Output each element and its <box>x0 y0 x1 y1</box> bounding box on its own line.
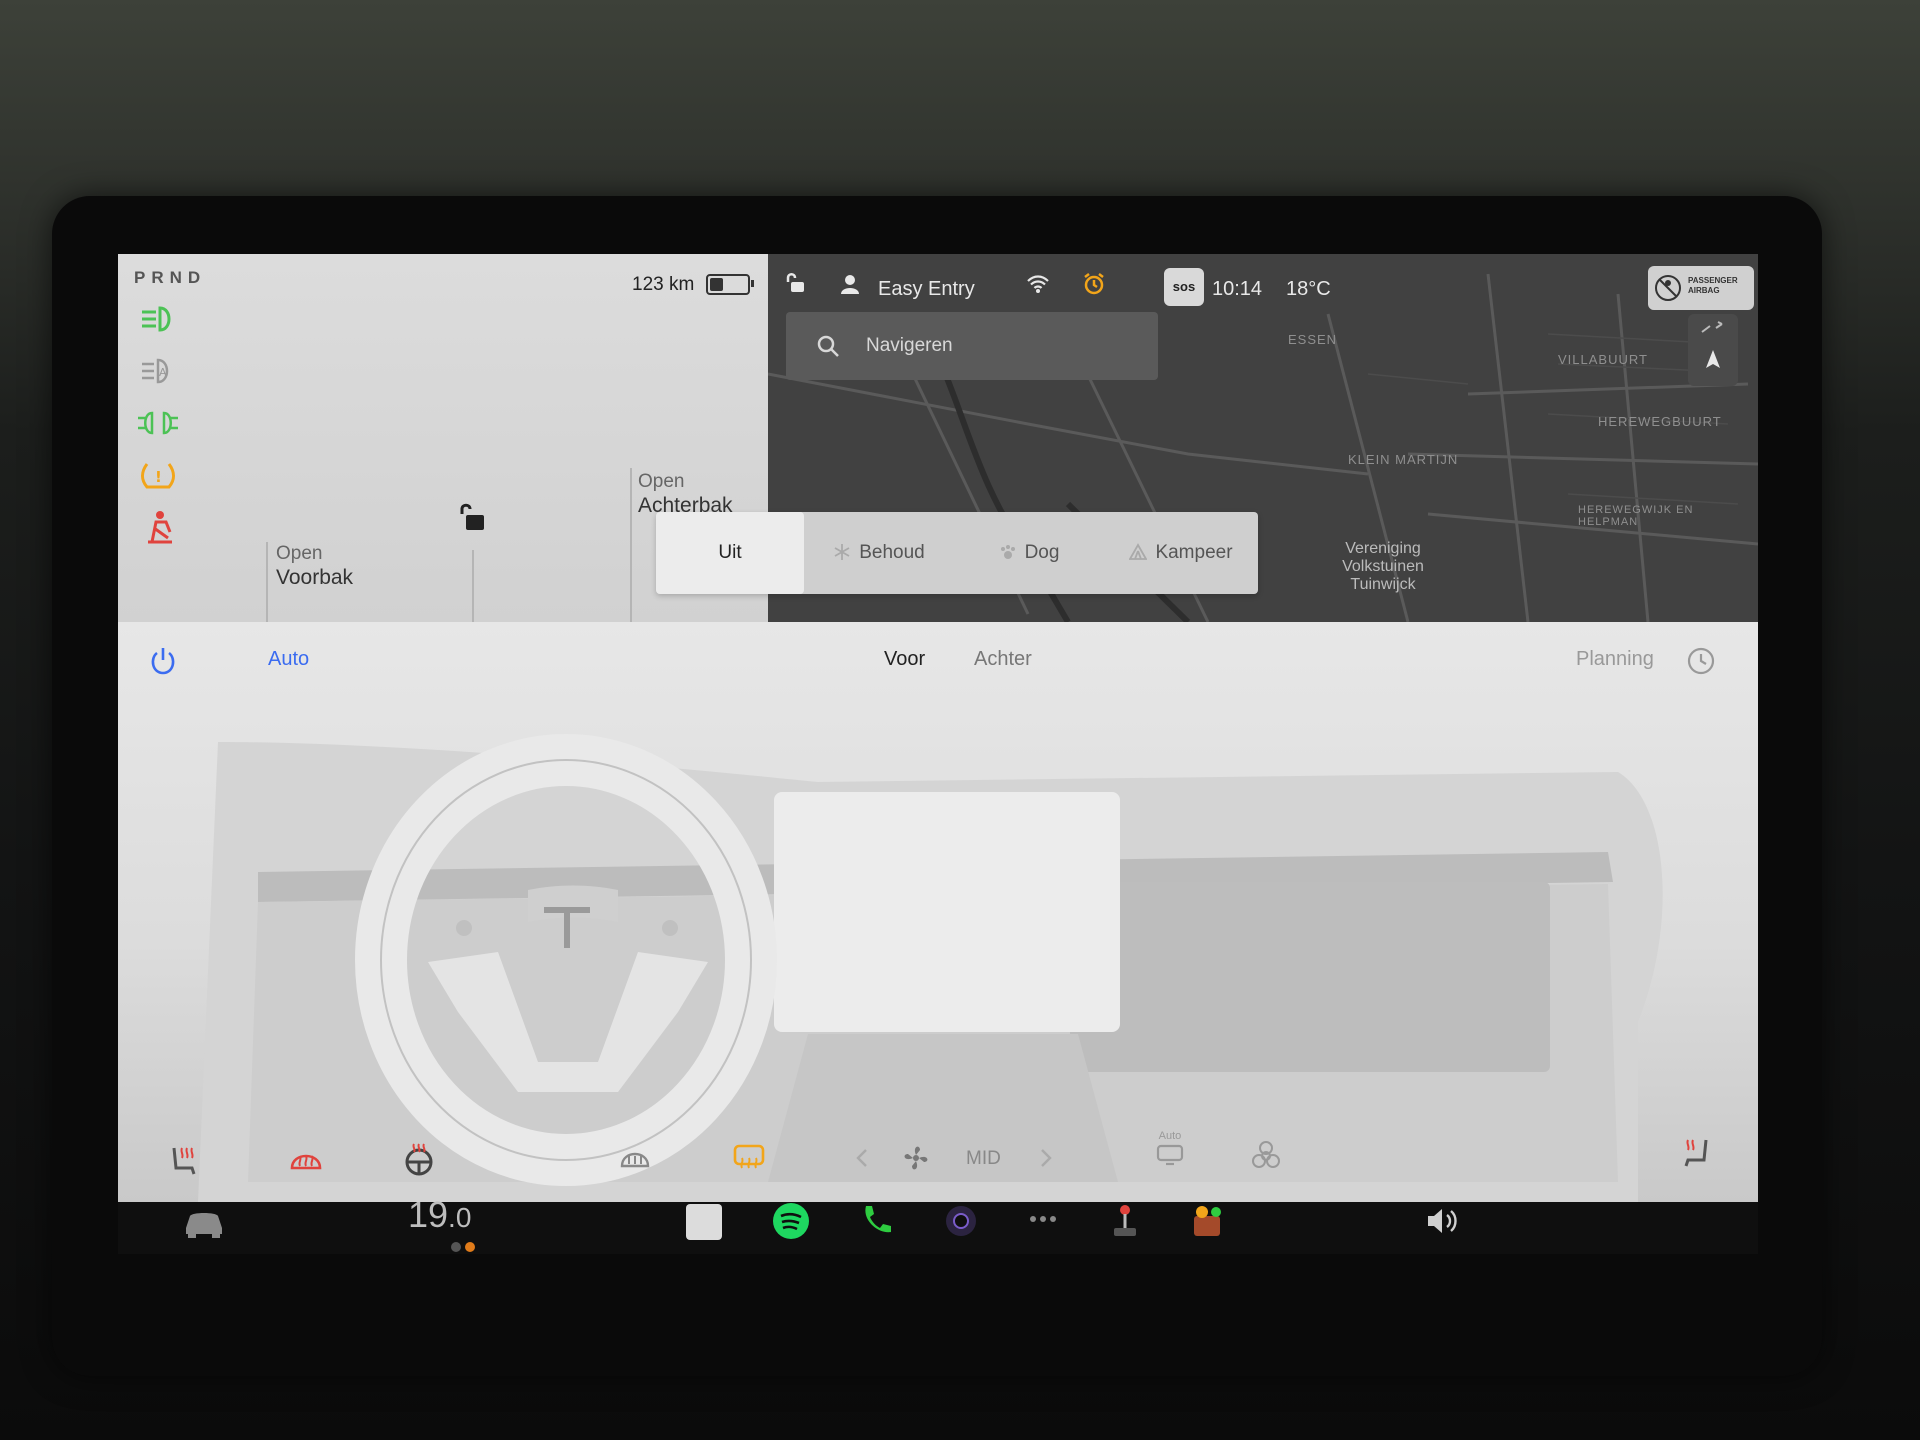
mode-keep-label: Behoud <box>859 542 925 563</box>
mode-dog-label: Dog <box>1024 542 1060 563</box>
fan-increase-button[interactable] <box>1038 1146 1054 1175</box>
passenger-seat-heater-icon[interactable] <box>1678 1134 1714 1175</box>
map-label-herewegwijk: HEREWEGWIJK EN HELPMAN <box>1578 504 1694 528</box>
cabin-temp-decimal: .0 <box>448 1202 472 1233</box>
climate-keeper-selector: Uit Behoud Dog Kampeer <box>656 512 1258 594</box>
frunk-divider <box>266 542 268 622</box>
more-apps-icon[interactable] <box>1028 1212 1058 1230</box>
spotify-icon[interactable] <box>772 1202 810 1245</box>
touchscreen: PRND 123 km A ! Open Voorbak Open Achter… <box>118 254 1758 1254</box>
mode-camp-label: Kampeer <box>1155 542 1233 563</box>
gear-selector: PRND <box>134 268 207 287</box>
tab-rear[interactable]: Achter <box>974 648 1032 671</box>
auto-high-beam-icon: A <box>138 354 178 388</box>
planning-button[interactable]: Planning <box>1576 648 1654 671</box>
car-outline-line <box>472 550 474 622</box>
recirculation-auto-label: Auto <box>1158 1130 1182 1142</box>
fan-decrease-button[interactable] <box>854 1146 870 1175</box>
map-label-villabuurt: VILLABUURT <box>1558 352 1648 367</box>
climate-panel: Auto Voor Achter Planning MID Auto <box>118 622 1758 1202</box>
mode-off-label: Uit <box>718 542 742 563</box>
airbag-label: PASSENGER AIRBAG <box>1688 276 1738 295</box>
mode-camp[interactable]: Kampeer <box>1104 512 1258 594</box>
sos-button[interactable]: sos <box>1164 268 1204 306</box>
phone-icon[interactable] <box>858 1202 894 1243</box>
map-compass-button[interactable] <box>1688 314 1738 386</box>
tire-pressure-warning-icon: ! <box>138 458 178 492</box>
frunk-state: Open <box>276 543 323 564</box>
open-trunk-button[interactable]: Open Achterbak <box>638 470 733 518</box>
seat-heater-indicator-icon <box>448 1240 484 1254</box>
steering-wheel-heater-icon[interactable] <box>402 1142 436 1181</box>
alarm-clock-icon[interactable] <box>1082 272 1106 301</box>
browser-app-icon[interactable] <box>686 1204 722 1240</box>
range-readout: 123 km <box>632 274 695 295</box>
snowflake-icon <box>834 544 850 560</box>
search-icon <box>817 335 839 357</box>
svg-text:!: ! <box>155 468 162 486</box>
seatbelt-warning-icon <box>138 510 178 544</box>
mode-keep[interactable]: Behoud <box>804 512 954 594</box>
passenger-airbag-indicator: PASSENGER AIRBAG <box>1648 266 1754 310</box>
driver-profile-name[interactable]: Easy Entry <box>878 278 975 301</box>
climate-power-button[interactable] <box>148 646 178 681</box>
fan-icon <box>900 1142 932 1179</box>
paw-icon <box>1000 545 1015 559</box>
map-label-essen: ESSEN <box>1288 332 1338 347</box>
clock: 10:14 <box>1212 278 1263 300</box>
car-icon[interactable] <box>180 1204 228 1245</box>
tab-front[interactable]: Voor <box>884 648 925 671</box>
rear-defrost-icon[interactable] <box>732 1142 766 1179</box>
camera-app-icon[interactable] <box>944 1204 978 1243</box>
auto-climate-button[interactable]: Auto <box>268 648 309 671</box>
clock-icon[interactable] <box>1686 646 1716 681</box>
wifi-icon[interactable] <box>1026 274 1050 299</box>
trunk-state: Open <box>638 471 685 492</box>
mode-off[interactable]: Uit <box>656 512 804 594</box>
map-label-herewegbuurt: HEREWEGBUURT <box>1598 414 1722 429</box>
battery-icon <box>706 274 754 295</box>
low-beam-icon <box>138 302 178 336</box>
mode-dog[interactable]: Dog <box>954 512 1104 594</box>
center-screen-illustration <box>774 792 1120 1032</box>
fog-light-icon <box>138 406 178 440</box>
unlock-icon[interactable] <box>456 502 488 537</box>
recirculation-icon <box>1156 1144 1184 1166</box>
frunk-label: Voorbak <box>276 566 354 589</box>
trunk-divider <box>630 468 632 622</box>
map-label-volkstuinen: Vereniging Volkstuinen Tuinwijck <box>1342 540 1424 593</box>
battery-fill <box>710 278 723 291</box>
cabin-temperature[interactable]: 19.0 <box>408 1194 471 1236</box>
cabin-temp-whole: 19 <box>408 1194 449 1235</box>
driver-seat-heater-icon[interactable] <box>166 1142 202 1183</box>
cabin-dashboard-illustration <box>198 734 1663 1202</box>
toybox-icon[interactable] <box>1190 1202 1226 1245</box>
navigate-search-input[interactable]: Navigeren <box>786 312 1158 380</box>
arcade-joystick-icon[interactable] <box>1108 1202 1142 1245</box>
bioweapon-defense-icon[interactable] <box>1250 1140 1282 1177</box>
outside-temperature: 18°C <box>1286 278 1331 300</box>
svg-text:A: A <box>159 366 167 379</box>
front-defrost-off-icon[interactable] <box>618 1144 652 1179</box>
front-defrost-icon[interactable] <box>288 1144 324 1181</box>
lock-status-icon[interactable] <box>784 272 806 299</box>
open-frunk-button[interactable]: Open Voorbak <box>276 542 353 590</box>
profile-icon[interactable] <box>840 274 860 299</box>
taskbar: 19.0 <box>118 1194 1758 1254</box>
search-placeholder: Navigeren <box>866 335 953 356</box>
tent-icon <box>1128 543 1148 560</box>
map-label-klein-martijn: KLEIN MARTIJN <box>1348 452 1459 467</box>
volume-icon[interactable] <box>1424 1206 1462 1241</box>
fan-level: MID <box>966 1148 1001 1169</box>
recirculation-button[interactable]: Auto <box>1150 1130 1190 1171</box>
